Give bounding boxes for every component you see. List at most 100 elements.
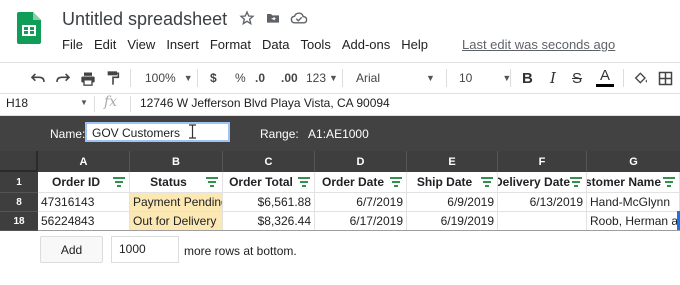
chevron-down-icon: ▼	[426, 73, 435, 83]
menu-edit[interactable]: Edit	[94, 37, 116, 52]
cell-delivery-date[interactable]	[498, 212, 587, 231]
select-all-corner[interactable]	[0, 151, 38, 172]
cell-status[interactable]: Payment Pending	[130, 193, 223, 212]
strikethrough-button[interactable]: S	[572, 63, 582, 93]
cell-ship-date[interactable]: 6/19/2019	[407, 212, 498, 231]
chevron-down-icon[interactable]: ▼	[80, 98, 88, 107]
borders-icon[interactable]	[658, 63, 673, 93]
fill-color-icon[interactable]	[633, 63, 649, 93]
range-name-label: Name:	[50, 127, 86, 141]
cell-order-total[interactable]: $6,561.88	[223, 193, 315, 212]
undo-icon[interactable]	[30, 63, 46, 93]
chevron-down-icon: ▼	[183, 73, 193, 83]
redo-icon[interactable]	[55, 63, 71, 93]
filter-icon[interactable]	[390, 177, 402, 187]
cell-customer-name[interactable]: Roob, Herman and	[587, 212, 680, 231]
text-color-button[interactable]: A	[596, 63, 614, 93]
bold-button[interactable]: B	[522, 63, 533, 93]
cloud-saved-icon[interactable]	[290, 9, 308, 27]
filter-icon[interactable]	[206, 177, 218, 187]
formula-bar: H18 ▼ fx 12746 W Jefferson Blvd Playa Vi…	[0, 93, 680, 116]
menu-data[interactable]: Data	[262, 37, 289, 52]
add-rows-button[interactable]: Add	[40, 236, 103, 263]
menu-tools[interactable]: Tools	[300, 37, 330, 52]
text-cursor-icon	[189, 124, 196, 139]
paint-format-icon[interactable]	[106, 63, 120, 93]
column-header-g[interactable]: G	[587, 151, 680, 172]
cell-order-id[interactable]: 47316143	[38, 193, 130, 212]
move-folder-icon[interactable]	[264, 9, 282, 27]
filter-icon[interactable]	[481, 177, 493, 187]
cell-status[interactable]: Out for Delivery	[130, 212, 223, 231]
chevron-down-icon: ▼	[329, 73, 338, 83]
range-name-input[interactable]: GOV Customers	[85, 122, 230, 142]
column-header-f[interactable]: F	[498, 151, 587, 172]
menu-view[interactable]: View	[127, 37, 155, 52]
font-family-value: Arial	[356, 71, 381, 85]
last-edit-link[interactable]: Last edit was seconds ago	[462, 37, 615, 52]
more-formats-select[interactable]: 123 ▼	[306, 63, 338, 93]
cell-ship-date[interactable]: 6/9/2019	[407, 193, 498, 212]
zoom-select[interactable]: 100% ▼	[145, 63, 193, 93]
row-header-1[interactable]: 1	[0, 172, 38, 193]
text-color-swatch	[596, 84, 614, 87]
header-cell[interactable]: Ship Date	[407, 172, 498, 193]
column-header-e[interactable]: E	[407, 151, 498, 172]
add-rows-count-input[interactable]: 1000	[111, 236, 179, 263]
header-cell[interactable]: Order ID	[38, 172, 130, 193]
cell-order-date[interactable]: 6/7/2019	[315, 193, 407, 212]
filter-icon[interactable]	[570, 177, 582, 187]
format-percent-button[interactable]: %	[235, 63, 246, 93]
text-color-label: A	[599, 67, 610, 84]
document-title[interactable]: Untitled spreadsheet	[62, 9, 227, 30]
range-label: Range: A1:AE1000	[260, 127, 369, 141]
header-status: Status	[150, 175, 187, 189]
cell-customer-name[interactable]: Hand-McGlynn	[587, 193, 680, 212]
menu-format[interactable]: Format	[210, 37, 251, 52]
column-header-b[interactable]: B	[130, 151, 223, 172]
cell-order-id[interactable]: 56224843	[38, 212, 130, 231]
menu-addons[interactable]: Add-ons	[342, 37, 390, 52]
column-header-a[interactable]: A	[38, 151, 130, 172]
row-header-18[interactable]: 18	[0, 212, 38, 231]
function-icon: fx	[104, 94, 118, 110]
header-cell[interactable]: Order Total	[223, 172, 315, 193]
filter-icon[interactable]	[113, 177, 125, 187]
font-family-select[interactable]: Arial ▼	[356, 63, 435, 93]
row-header-8[interactable]: 8	[0, 193, 38, 212]
cell-delivery-date[interactable]: 6/13/2019	[498, 193, 587, 212]
increase-decimal-button[interactable]: .00	[281, 63, 298, 93]
title-bar: Untitled spreadsheet File Edit View Inse…	[0, 0, 680, 62]
formula-input[interactable]: 12746 W Jefferson Blvd Playa Vista, CA 9…	[140, 96, 390, 110]
menu-bar: File Edit View Insert Format Data Tools …	[62, 37, 439, 52]
more-formats-label: 123	[306, 71, 327, 85]
cell-order-total[interactable]: $8,326.44	[223, 212, 315, 231]
format-currency-button[interactable]: $	[210, 63, 217, 93]
font-size-select[interactable]: 10 ▼	[459, 63, 511, 93]
column-header-c[interactable]: C	[223, 151, 315, 172]
cell-reference-box[interactable]: H18	[6, 96, 28, 110]
zoom-value: 100%	[145, 71, 176, 85]
toolbar: 100% ▼ $ % .0 .00 123 ▼ Arial ▼ 10 ▼ B I S A	[0, 62, 680, 94]
menu-insert[interactable]: Insert	[166, 37, 199, 52]
italic-button[interactable]: I	[550, 63, 556, 93]
filter-icon[interactable]	[663, 177, 675, 187]
header-order-id: Order ID	[51, 175, 100, 189]
decrease-decimal-button[interactable]: .0	[255, 63, 265, 93]
header-cell[interactable]: Customer Name	[587, 172, 680, 193]
header-ship-date: Ship Date	[416, 175, 473, 189]
cell-order-date[interactable]: 6/17/2019	[315, 212, 407, 231]
sheets-logo-icon[interactable]	[17, 12, 41, 44]
print-icon[interactable]	[80, 63, 96, 93]
header-cell[interactable]: Order Date	[315, 172, 407, 193]
filter-icon[interactable]	[298, 177, 310, 187]
menu-help[interactable]: Help	[401, 37, 428, 52]
header-cell[interactable]: Delivery Date	[498, 172, 587, 193]
menu-file[interactable]: File	[62, 37, 83, 52]
named-range-bar: Name: GOV Customers Range: A1:AE1000	[0, 116, 680, 151]
header-cell[interactable]: Status	[130, 172, 223, 193]
star-icon[interactable]	[238, 9, 256, 27]
range-value[interactable]: A1:AE1000	[308, 127, 369, 141]
grid-bottom-border	[38, 230, 680, 231]
column-header-d[interactable]: D	[315, 151, 407, 172]
